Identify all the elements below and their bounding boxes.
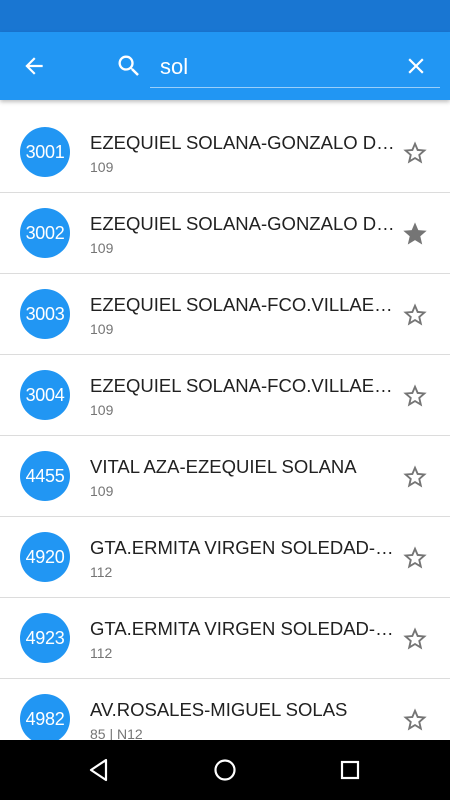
stop-lines: 112 [90, 645, 113, 661]
star-outline-icon [403, 303, 427, 326]
stop-row[interactable]: 3004 EZEQUIEL SOLANA-FCO.VILLAESPESA 109 [0, 355, 450, 436]
star-outline-icon [403, 141, 427, 164]
nav-home-button[interactable] [205, 750, 245, 790]
clear-search-button[interactable] [395, 45, 437, 87]
favorite-toggle-button[interactable] [396, 296, 434, 334]
favorite-toggle-button[interactable] [396, 377, 434, 415]
stop-name: AV.ROSALES-MIGUEL SOLAS [90, 699, 348, 720]
stop-lines: 109 [90, 159, 114, 175]
stop-lines: 85 | N12 [90, 726, 143, 740]
stop-row[interactable]: 4920 GTA.ERMITA VIRGEN SOLEDAD-SOLANA 112 [0, 517, 450, 598]
stop-name: EZEQUIEL SOLANA-FCO.VILLAESPESA [90, 375, 398, 396]
stop-code-badge: 4455 [20, 451, 70, 501]
stop-name: EZEQUIEL SOLANA-GONZALO DE CÓRDOBA [90, 213, 398, 234]
star-outline-icon [403, 627, 427, 650]
square-recents-icon [340, 760, 360, 780]
stop-lines: 112 [90, 564, 113, 580]
star-outline-icon [403, 465, 427, 488]
circle-home-icon [214, 759, 236, 781]
favorite-toggle-button[interactable] [396, 620, 434, 658]
stop-name: EZEQUIEL SOLANA-GONZALO DE CÓRDOBA [90, 132, 398, 153]
stop-code-badge: 4982 [20, 694, 70, 740]
search-toolbar [0, 32, 450, 100]
favorite-toggle-button[interactable] [396, 134, 434, 172]
arrow-back-icon [25, 57, 43, 75]
favorite-toggle-button[interactable] [396, 458, 434, 496]
stop-row[interactable]: 3001 EZEQUIEL SOLANA-GONZALO DE CÓRDOBA 10… [0, 112, 450, 193]
search-icon [113, 50, 145, 82]
stop-name: VITAL AZA-EZEQUIEL SOLANA [90, 456, 357, 477]
stop-results-container: 3001 EZEQUIEL SOLANA-GONZALO DE CÓRDOBA 10… [0, 112, 450, 740]
favorite-toggle-button[interactable] [396, 215, 434, 253]
stop-name: EZEQUIEL SOLANA-FCO.VILLAESPESA [90, 294, 398, 315]
star-filled-icon [403, 222, 427, 245]
stop-row[interactable]: 4982 AV.ROSALES-MIGUEL SOLAS 85 | N12 [0, 679, 450, 740]
favorite-toggle-button[interactable] [396, 701, 434, 739]
triangle-back-icon [89, 758, 108, 782]
stop-code-badge: 4923 [20, 613, 70, 663]
stop-code-badge: 3001 [20, 127, 70, 177]
stop-row[interactable]: 4923 GTA.ERMITA VIRGEN SOLEDAD-SOLANA 112 [0, 598, 450, 679]
status-bar [0, 0, 450, 32]
stop-lines: 109 [90, 483, 114, 499]
stop-row[interactable]: 3002 EZEQUIEL SOLANA-GONZALO DE CÓRDOBA 10… [0, 193, 450, 274]
stop-code-badge: 3002 [20, 208, 70, 258]
star-outline-icon [403, 546, 427, 569]
nav-recents-button[interactable] [330, 750, 370, 790]
stop-row[interactable]: 4455 VITAL AZA-EZEQUIEL SOLANA 109 [0, 436, 450, 517]
stop-code-badge: 3003 [20, 289, 70, 339]
stop-code-badge: 4920 [20, 532, 70, 582]
stop-row[interactable]: 3003 EZEQUIEL SOLANA-FCO.VILLAESPESA 109 [0, 274, 450, 355]
star-outline-icon [403, 384, 427, 407]
stop-name: GTA.ERMITA VIRGEN SOLEDAD-SOLANA [90, 618, 398, 639]
favorite-toggle-button[interactable] [396, 539, 434, 577]
stop-lines: 109 [90, 240, 114, 256]
stop-results-list[interactable]: 3001 EZEQUIEL SOLANA-GONZALO DE CÓRDOBA 10… [0, 100, 450, 740]
system-navigation-bar [0, 740, 450, 800]
nav-back-button[interactable] [79, 750, 119, 790]
stop-lines: 109 [90, 402, 114, 418]
close-icon [408, 58, 424, 74]
stop-name: GTA.ERMITA VIRGEN SOLEDAD-SOLANA [90, 537, 398, 558]
back-button[interactable] [12, 44, 56, 88]
stop-code-badge: 3004 [20, 370, 70, 420]
star-outline-icon [403, 708, 427, 731]
stop-lines: 109 [90, 321, 114, 337]
